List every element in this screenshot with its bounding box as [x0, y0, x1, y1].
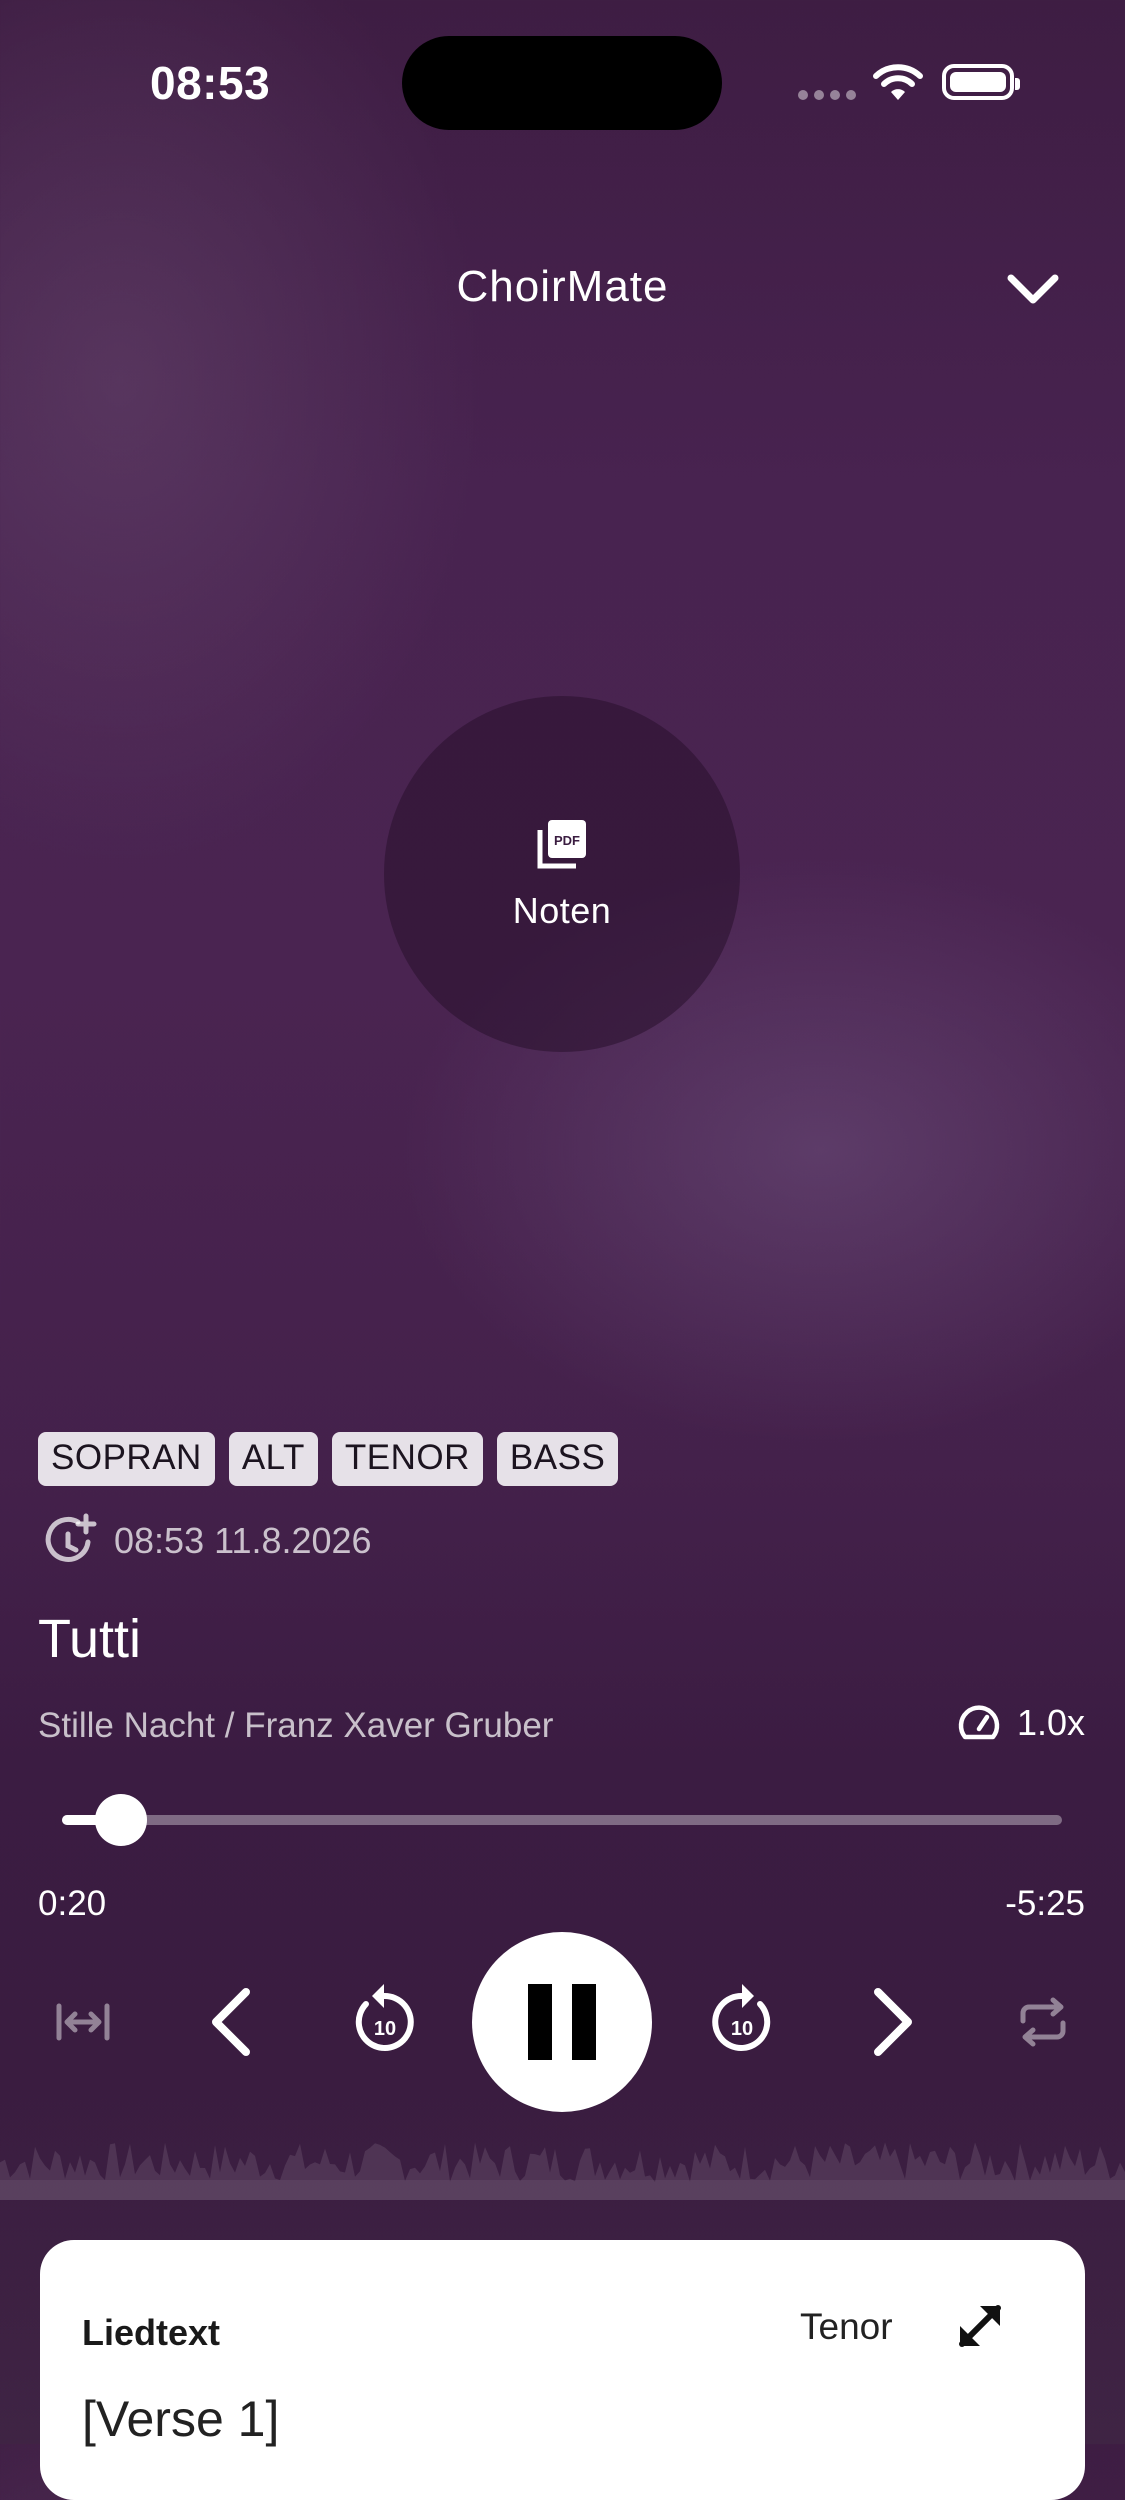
wifi-icon	[872, 62, 924, 107]
pause-icon	[528, 1984, 596, 2060]
waveform	[0, 2142, 1125, 2200]
progress-thumb[interactable]	[95, 1794, 147, 1846]
remaining-time: -5:25	[1005, 1884, 1085, 1923]
voice-chips: SOPRAN ALT TENOR BASS	[38, 1432, 619, 1486]
cellular-signal-icon	[798, 90, 856, 100]
expand-icon[interactable]	[950, 2296, 1010, 2361]
lyrics-voice-selector[interactable]: Tenor	[800, 2306, 893, 2348]
forward-seconds: 10	[731, 2018, 753, 2040]
voice-chip-sopran[interactable]: SOPRAN	[38, 1432, 215, 1486]
recording-timestamp-row: 08:53 11.8.2026	[40, 1512, 372, 1570]
voice-chip-alt[interactable]: ALT	[228, 1432, 318, 1486]
history-add-icon	[45, 1513, 97, 1562]
track-title: Tutti	[38, 1609, 142, 1669]
rewind-seconds: 10	[374, 2018, 396, 2040]
track-subtitle: Stille Nacht / Franz Xaver Gruber	[38, 1706, 554, 1745]
replay-10-icon[interactable]: 10	[344, 1976, 424, 2060]
dynamic-island	[402, 36, 722, 130]
playback-speed: 1.0x	[1016, 1702, 1085, 1743]
voice-chip-bass[interactable]: BASS	[496, 1432, 619, 1486]
sheet-music-label: Noten	[512, 890, 612, 931]
status-time: 08:53	[150, 57, 271, 109]
lyrics-first-line: [Verse 1]	[82, 2391, 280, 2447]
lyrics-card: Liedtext Tenor [Verse 1]	[40, 2240, 1085, 2500]
chevron-down-icon[interactable]	[1003, 268, 1063, 312]
chevron-left-icon[interactable]	[198, 1982, 264, 2062]
fit-width-icon[interactable]	[50, 1990, 116, 2054]
chevron-right-icon[interactable]	[860, 1982, 926, 2062]
progress-track[interactable]	[62, 1815, 1062, 1825]
svg-text:PDF: PDF	[554, 833, 580, 848]
repeat-icon[interactable]	[1010, 1990, 1076, 2054]
sheet-music-button[interactable]: PDF Noten	[384, 696, 740, 1052]
playback-speed-button[interactable]: 1.0x	[957, 1702, 1085, 1744]
forward-10-icon[interactable]: 10	[702, 1976, 782, 2060]
pause-button[interactable]	[472, 1932, 652, 2112]
speedometer-icon	[958, 1705, 1000, 1740]
recording-timestamp: 08:53 11.8.2026	[114, 1520, 372, 1561]
lyrics-title: Liedtext	[82, 2312, 221, 2353]
pdf-icon: PDF	[537, 820, 586, 869]
voice-chip-tenor[interactable]: TENOR	[331, 1432, 483, 1486]
elapsed-time: 0:20	[38, 1884, 107, 1923]
battery-icon	[942, 64, 1020, 100]
app-title: ChoirMate	[456, 262, 669, 311]
